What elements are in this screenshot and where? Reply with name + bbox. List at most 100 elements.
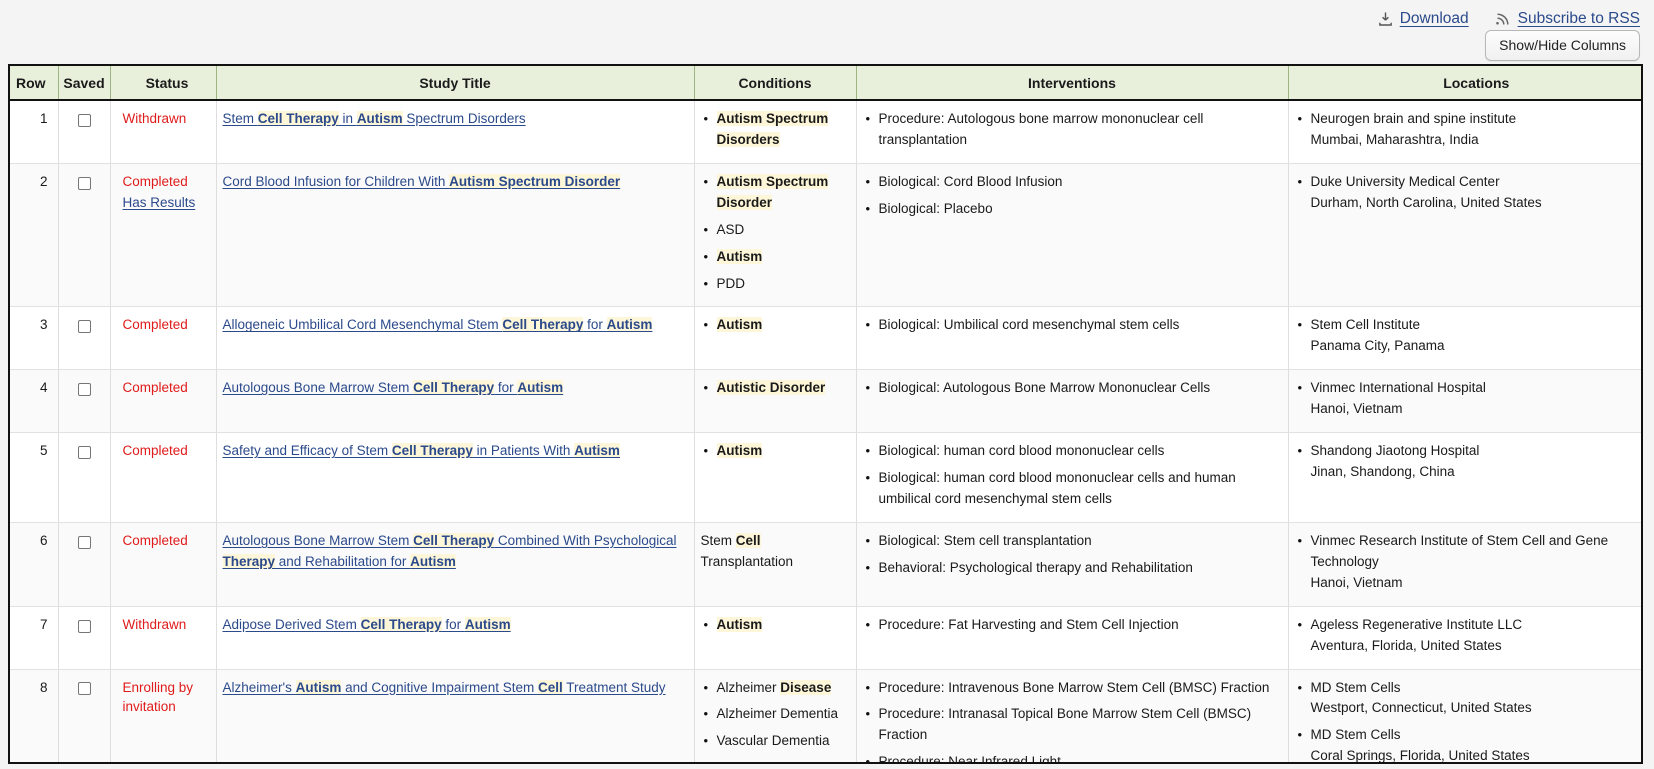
save-study-checkbox[interactable]: [78, 320, 91, 333]
interventions-cell: Biological: Stem cell transplantationBeh…: [856, 522, 1288, 606]
saved-cell: [58, 433, 110, 523]
highlighted-term: Autism: [574, 443, 620, 458]
highlighted-term: Cell: [736, 533, 761, 548]
has-results-link[interactable]: Has Results: [123, 193, 210, 214]
study-title-link[interactable]: Safety and Efficacy of Stem Cell Therapy…: [223, 443, 620, 458]
locations-list: Vinmec International HospitalHanoi, Viet…: [1295, 378, 1644, 420]
row-number: 8: [10, 669, 58, 764]
highlighted-term: Autism: [717, 443, 763, 458]
saved-cell: [58, 307, 110, 370]
download-icon: [1378, 11, 1393, 27]
save-study-checkbox[interactable]: [78, 536, 91, 549]
status-badge: Completed: [123, 378, 210, 398]
conditions-cell: Autism: [694, 307, 856, 370]
study-title-link[interactable]: Autologous Bone Marrow Stem Cell Therapy…: [223, 380, 564, 395]
intervention-item: Biological: human cord blood mononuclear…: [879, 468, 1282, 510]
status-badge: Completed: [123, 441, 210, 461]
saved-cell: [58, 606, 110, 669]
highlighted-term: Autism Spectrum Disorders: [717, 111, 829, 147]
show-hide-columns-button[interactable]: Show/Hide Columns: [1485, 30, 1640, 61]
study-title-link[interactable]: Cord Blood Infusion for Children With Au…: [223, 174, 621, 189]
highlighted-term: Therapy: [223, 554, 276, 569]
location-place: Mumbai, Maharashtra, India: [1311, 130, 1644, 151]
conditions-list: Autism: [701, 441, 850, 462]
condition-item: PDD: [717, 274, 850, 295]
location-item: Vinmec Research Institute of Stem Cell a…: [1311, 531, 1644, 594]
save-study-checkbox[interactable]: [78, 446, 91, 459]
results-table-frame: Row Saved Status Study Title Conditions …: [8, 64, 1643, 764]
locations-list: Ageless Regenerative Institute LLCAventu…: [1295, 615, 1644, 657]
table-row: 2CompletedHas ResultsCord Blood Infusion…: [10, 163, 1643, 307]
save-study-checkbox[interactable]: [78, 620, 91, 633]
column-header-saved[interactable]: Saved: [58, 66, 110, 100]
results-table-body: 1WithdrawnStem Cell Therapy in Autism Sp…: [10, 100, 1643, 764]
highlighted-term: Autism Spectrum Disorder: [717, 174, 829, 210]
study-title-link[interactable]: Stem Cell Therapy in Autism Spectrum Dis…: [223, 111, 526, 126]
locations-cell: Vinmec Research Institute of Stem Cell a…: [1288, 522, 1643, 606]
row-number: 3: [10, 307, 58, 370]
status-badge: Completed: [123, 531, 210, 551]
intervention-item: Biological: Cord Blood Infusion: [879, 172, 1282, 193]
conditions-cell: Autism: [694, 433, 856, 523]
highlighted-term: Autism Spectrum Disorder: [449, 174, 620, 189]
location-facility: Ageless Regenerative Institute LLC: [1311, 615, 1644, 636]
conditions-cell: Autism: [694, 606, 856, 669]
intervention-item: Biological: Autologous Bone Marrow Monon…: [879, 378, 1282, 399]
save-study-checkbox[interactable]: [78, 383, 91, 396]
study-title-link[interactable]: Allogeneic Umbilical Cord Mesenchymal St…: [223, 317, 653, 332]
location-place: Coral Springs, Florida, United States: [1311, 746, 1644, 764]
locations-list: Neurogen brain and spine instituteMumbai…: [1295, 109, 1644, 151]
save-study-checkbox[interactable]: [78, 177, 91, 190]
column-header-study-title[interactable]: Study Title: [216, 66, 694, 100]
study-title-link[interactable]: Alzheimer's Autism and Cognitive Impairm…: [223, 680, 666, 695]
conditions-cell: Autistic Disorder: [694, 370, 856, 433]
column-header-interventions[interactable]: Interventions: [856, 66, 1288, 100]
row-number: 6: [10, 522, 58, 606]
save-study-checkbox[interactable]: [78, 682, 91, 695]
study-title-cell: Allogeneic Umbilical Cord Mesenchymal St…: [216, 307, 694, 370]
subscribe-rss-button[interactable]: Subscribe to RSS: [1495, 11, 1640, 27]
conditions-cell: Stem Cell Transplantation: [694, 522, 856, 606]
interventions-cell: Procedure: Intravenous Bone Marrow Stem …: [856, 669, 1288, 764]
table-row: 1WithdrawnStem Cell Therapy in Autism Sp…: [10, 100, 1643, 163]
highlighted-term: Cell Therapy: [258, 111, 339, 126]
saved-cell: [58, 100, 110, 163]
highlighted-term: Autism: [717, 317, 763, 332]
condition-item: Autism: [717, 247, 850, 268]
highlighted-term: Autism: [717, 617, 763, 632]
location-item: Duke University Medical CenterDurham, No…: [1311, 172, 1644, 214]
column-header-locations[interactable]: Locations: [1288, 66, 1643, 100]
intervention-item: Biological: Stem cell transplantation: [879, 531, 1282, 552]
locations-list: Vinmec Research Institute of Stem Cell a…: [1295, 531, 1644, 594]
locations-cell: Neurogen brain and spine instituteMumbai…: [1288, 100, 1643, 163]
locations-cell: Vinmec International HospitalHanoi, Viet…: [1288, 370, 1643, 433]
save-study-checkbox[interactable]: [78, 114, 91, 127]
interventions-list: Biological: Stem cell transplantationBeh…: [863, 531, 1282, 579]
column-header-status[interactable]: Status: [110, 66, 216, 100]
results-table-header-row: Row Saved Status Study Title Conditions …: [10, 66, 1643, 100]
condition-item: Alzheimer Disease: [717, 678, 850, 699]
locations-list: Stem Cell InstitutePanama City, Panama: [1295, 315, 1644, 357]
column-header-conditions[interactable]: Conditions: [694, 66, 856, 100]
row-number: 4: [10, 370, 58, 433]
location-item: MD Stem CellsWestport, Connecticut, Unit…: [1311, 678, 1644, 720]
interventions-cell: Procedure: Fat Harvesting and Stem Cell …: [856, 606, 1288, 669]
conditions-list: Alzheimer DiseaseAlzheimer DementiaVascu…: [701, 678, 850, 764]
highlighted-term: Cell: [538, 680, 563, 695]
location-item: Vinmec International HospitalHanoi, Viet…: [1311, 378, 1644, 420]
row-number: 1: [10, 100, 58, 163]
location-place: Durham, North Carolina, United States: [1311, 193, 1644, 214]
show-hide-columns-wrapper: Show/Hide Columns: [1485, 30, 1640, 61]
study-title-link[interactable]: Autologous Bone Marrow Stem Cell Therapy…: [223, 533, 677, 569]
intervention-item: Biological: Umbilical cord mesenchymal s…: [879, 315, 1282, 336]
study-title-link[interactable]: Adipose Derived Stem Cell Therapy for Au…: [223, 617, 511, 632]
download-button[interactable]: Download: [1378, 11, 1469, 27]
interventions-cell: Procedure: Autologous bone marrow mononu…: [856, 100, 1288, 163]
column-header-row[interactable]: Row: [10, 66, 58, 100]
table-row: 8Enrolling by invitationAlzheimer's Auti…: [10, 669, 1643, 764]
status-cell: Completed: [110, 433, 216, 523]
location-place: Panama City, Panama: [1311, 336, 1644, 357]
interventions-list: Biological: human cord blood mononuclear…: [863, 441, 1282, 510]
study-title-cell: Safety and Efficacy of Stem Cell Therapy…: [216, 433, 694, 523]
intervention-item: Procedure: Fat Harvesting and Stem Cell …: [879, 615, 1282, 636]
